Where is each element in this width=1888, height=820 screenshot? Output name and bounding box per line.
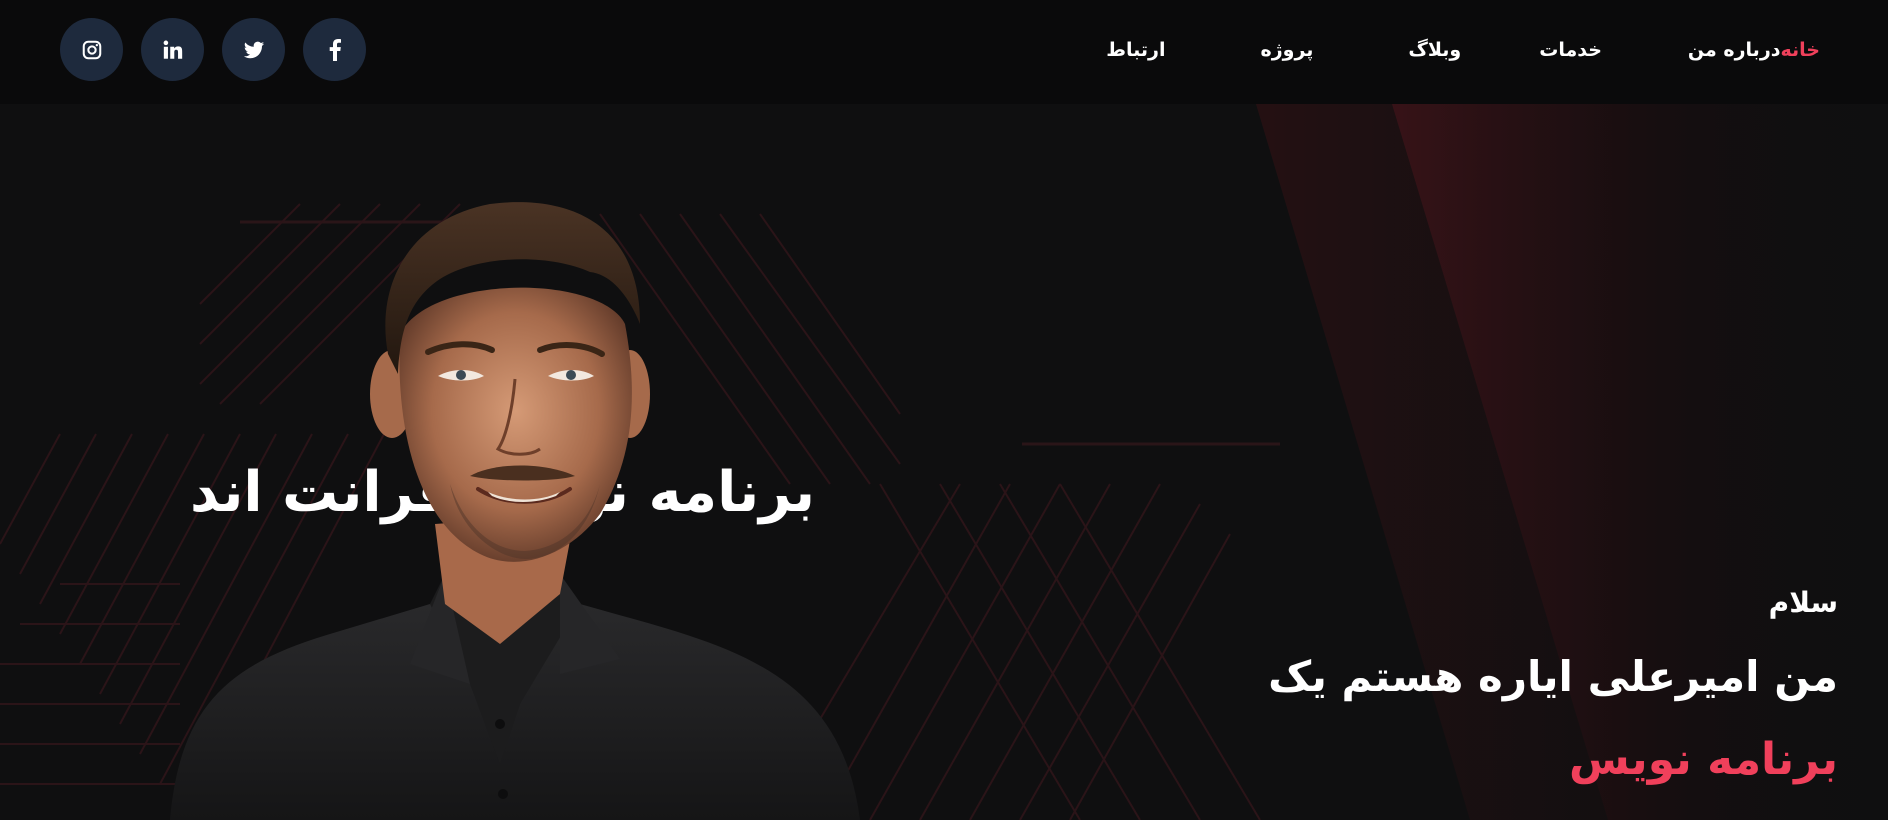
linkedin-button[interactable] — [141, 18, 204, 81]
facebook-button[interactable] — [303, 18, 366, 81]
facebook-icon — [329, 38, 341, 61]
linkedin-icon — [163, 40, 182, 59]
nav-item-blog[interactable]: وبلاگ — [1408, 39, 1461, 61]
nav-item-home[interactable]: خانه — [1781, 39, 1820, 61]
hero-section: برنامه نویس فرانت اند — [0, 104, 1888, 820]
instagram-button[interactable] — [60, 18, 123, 81]
instagram-icon — [82, 40, 101, 59]
site-header: خانه درباره من خدمات وبلاگ پروژه ارتباط — [0, 0, 1888, 104]
twitter-icon — [243, 41, 264, 58]
nav-item-projects[interactable]: پروژه — [1261, 39, 1314, 61]
profile-portrait — [170, 202, 860, 820]
page: خانه درباره من خدمات وبلاگ پروژه ارتباط — [0, 0, 1888, 820]
social-links — [60, 18, 366, 81]
nav-item-contact[interactable]: ارتباط — [1106, 39, 1165, 61]
hero-greeting: سلام — [1768, 586, 1838, 619]
twitter-button[interactable] — [222, 18, 285, 81]
hero-role: برنامه نویس — [1568, 734, 1838, 785]
hero-name: من امیرعلی ایاره هستم یک — [1268, 652, 1838, 701]
main-nav: خانه درباره من خدمات وبلاگ پروژه ارتباط — [1010, 0, 1820, 100]
nav-item-services[interactable]: خدمات — [1539, 39, 1602, 61]
nav-item-about[interactable]: درباره من — [1688, 39, 1781, 61]
